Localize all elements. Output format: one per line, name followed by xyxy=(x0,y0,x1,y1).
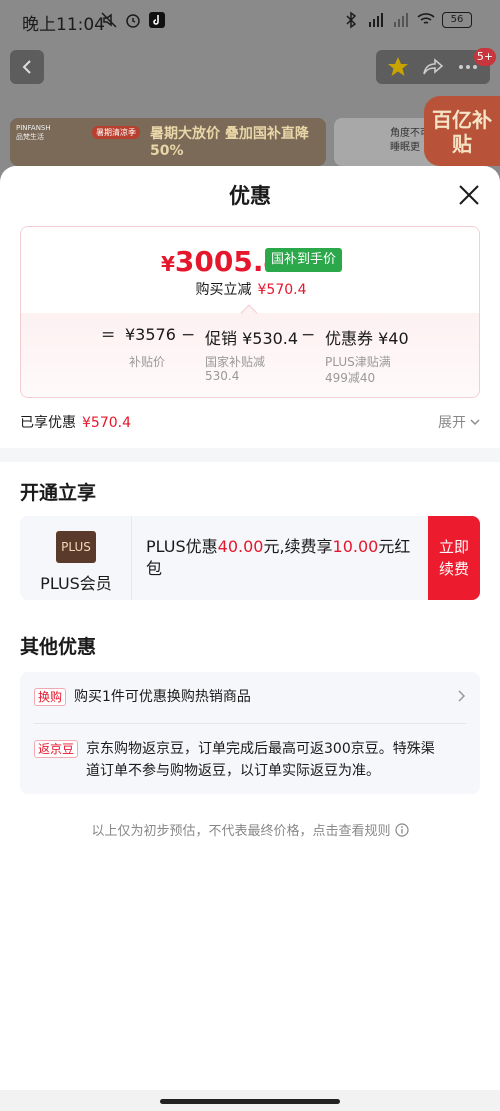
expand-toggle[interactable]: 展开 xyxy=(438,412,480,432)
footnote-text: 以上仅为初步预估，不代表最终价格，点击查看规则 xyxy=(91,824,391,839)
side-card-line2: 睡眠更 xyxy=(390,142,420,153)
status-bar: 晚上11:04 56 xyxy=(0,0,500,44)
signal-2-icon xyxy=(394,13,408,27)
purchase-discount: 购买立减 ¥570.4 xyxy=(21,279,479,299)
promo-sub1: 国家补贴减 xyxy=(205,355,266,369)
rules-footnote[interactable]: 以上仅为初步预估，不代表最终价格，点击查看规则 xyxy=(0,820,500,839)
expand-label: 展开 xyxy=(438,415,466,431)
coupon-sub1: PLUS津贴满 xyxy=(325,355,391,369)
price-integer: 3005. xyxy=(174,245,264,278)
chevron-left-icon xyxy=(22,60,31,74)
notification-badge: 5+ xyxy=(474,48,496,66)
plus-description: PLUS优惠40.00元,续费享10.00元红包 xyxy=(146,537,411,578)
chevron-down-icon xyxy=(470,419,480,425)
promo-sub2: 530.4 xyxy=(205,369,240,383)
sheet-title: 优惠 xyxy=(229,184,271,208)
enjoyed-label: 已享优惠 ¥570.4 xyxy=(20,415,131,431)
star-icon[interactable] xyxy=(386,55,410,79)
tiktok-icon xyxy=(149,12,165,28)
subsidy-text: 百亿补贴 xyxy=(432,108,492,156)
save-amount: ¥570.4 xyxy=(257,282,307,298)
promo-amount: 促销 ¥530.4 xyxy=(205,329,299,348)
exchange-tag: 换购 xyxy=(34,688,67,706)
plus-member-name: PLUS会员 xyxy=(40,574,112,593)
subsidy-price: ¥3576 xyxy=(125,325,176,344)
banner-brand: PINFANSH 品梵生活 xyxy=(16,124,51,141)
minus-sign-2: − xyxy=(301,325,316,345)
share-icon[interactable] xyxy=(421,55,445,79)
subsidy-price-badge: 国补到手价 xyxy=(265,248,343,272)
discount-sheet: 优惠 ¥3005.6 国补到手价 购买立减 ¥570.4 = ¥3576 补贴价 … xyxy=(0,166,500,1111)
info-icon xyxy=(394,822,409,837)
exchange-offer-text: 购买1件可优惠换购热销商品 xyxy=(74,689,251,705)
alarm-icon xyxy=(126,14,140,28)
final-price: ¥3005.6 xyxy=(161,245,276,278)
banner-headline: 暑期大放价 叠加国补直降50% xyxy=(150,126,309,159)
signal-icon xyxy=(369,13,383,27)
plus-membership-card[interactable]: PLUS PLUS会员 PLUS优惠40.00元,续费享10.00元红包 立即 … xyxy=(20,516,480,600)
enjoyed-amount: ¥570.4 xyxy=(82,415,131,431)
promo-banner[interactable]: PINFANSH 品梵生活 暑期清凉季 暑期大放价 叠加国补直降50% xyxy=(10,118,326,166)
coupon-sub2: 499减40 xyxy=(325,371,376,385)
enjoyed-discount-row: 已享优惠 ¥570.4 展开 xyxy=(20,410,480,432)
minus-sign: − xyxy=(181,325,196,345)
save-label: 购买立减 xyxy=(195,282,252,298)
currency-symbol: ¥ xyxy=(161,252,175,276)
chevron-right-icon xyxy=(458,690,466,702)
plus-logo: PLUS xyxy=(56,531,96,563)
price-breakdown-card: ¥3005.6 国补到手价 购买立减 ¥570.4 = ¥3576 补贴价 − 促… xyxy=(20,226,480,398)
coupon-amount: 优惠券 ¥40 xyxy=(325,329,409,348)
subsidy-price-label: 补贴价 xyxy=(129,355,166,369)
wifi-icon xyxy=(417,13,435,24)
close-icon[interactable] xyxy=(456,182,482,208)
back-button[interactable] xyxy=(10,50,44,84)
top-action-group xyxy=(376,50,490,84)
open-section-title: 开通立享 xyxy=(20,482,97,504)
battery-indicator: 56 xyxy=(442,12,472,28)
jingdou-tag: 返京豆 xyxy=(34,740,79,758)
jingdou-offer-text: 京东购物返京豆，订单完成后最高可返300京豆。特殊渠道订单不参与购物返豆，以订单… xyxy=(86,741,435,779)
other-section-title: 其他优惠 xyxy=(20,636,97,658)
home-indicator[interactable] xyxy=(160,1099,340,1104)
banner-tag: 暑期清凉季 xyxy=(92,126,140,139)
other-offers-card: 换购 购买1件可优惠换购热销商品 返京豆 京东购物返京豆，订单完成后最高可返30… xyxy=(20,672,480,794)
renew-button[interactable]: 立即 续费 xyxy=(428,516,480,600)
bluetooth-icon xyxy=(346,11,357,29)
subsidy-badge[interactable]: 百亿补贴 xyxy=(424,96,500,166)
mute-icon xyxy=(101,12,117,28)
equals-sign: = xyxy=(101,325,116,345)
status-time: 晚上11:04 xyxy=(22,15,105,35)
